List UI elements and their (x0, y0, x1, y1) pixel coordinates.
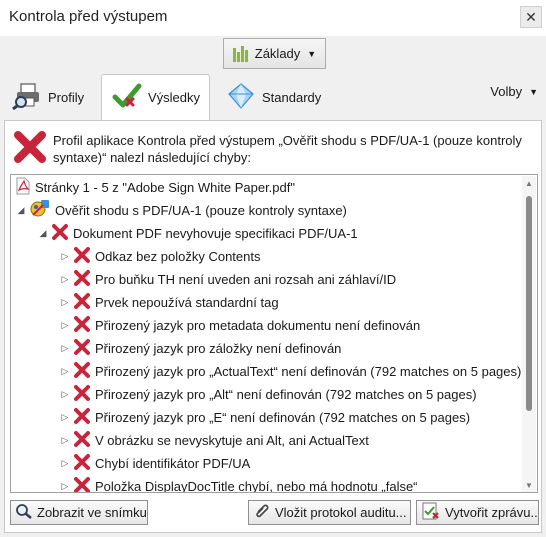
tree-error-label: Přirozený jazyk pro metadata dokumentu n… (95, 318, 421, 333)
tree-error-label: Položka DisplayDocTitle chybí, nebo má h… (95, 479, 418, 493)
expand-triangle-icon[interactable]: ▷ (59, 366, 71, 377)
tree-error-row[interactable]: ▷ Odkaz bez položky Contents (59, 245, 260, 268)
summary-text: Profil aplikace Kontrola před výstupem „… (53, 133, 522, 165)
error-x-icon (73, 476, 91, 492)
report-icon (421, 502, 441, 523)
close-button[interactable]: ✕ (520, 6, 542, 28)
tree-error-row[interactable]: ▷ Přirozený jazyk pro „ActualText“ není … (59, 360, 521, 383)
tree-error-row[interactable]: ▷ Chybí identifikátor PDF/UA (59, 452, 250, 475)
bar-chart-icon (232, 45, 248, 62)
magnifier-icon (15, 503, 33, 522)
expand-triangle-icon[interactable]: ▷ (59, 297, 71, 308)
error-x-icon (73, 407, 91, 428)
expand-triangle-icon[interactable]: ▷ (59, 389, 71, 400)
tab-profily[interactable]: Profily (8, 74, 100, 120)
tree-error-label: Prvek nepoužívá standardní tag (95, 295, 279, 310)
vertical-scrollbar[interactable]: ▲ ▼ (522, 176, 536, 492)
tree-error-row[interactable]: ▷ Přirozený jazyk pro záložky není defin… (59, 337, 341, 360)
tab-standardy[interactable]: Standardy (222, 74, 332, 120)
tree-error-row[interactable]: ▷ Přirozený jazyk pro „E“ není definován… (59, 406, 470, 429)
error-x-icon (73, 453, 91, 474)
tree-error-row[interactable]: ▷ Přirozený jazyk pro „Alt“ není definov… (59, 383, 477, 406)
tree-group-label: Dokument PDF nevyhovuje specifikaci PDF/… (73, 226, 358, 241)
tree-root-row[interactable]: Stránky 1 - 5 z "Adobe Sign White Paper.… (15, 176, 295, 199)
error-x-icon (73, 269, 91, 290)
tree-error-row[interactable]: ▷ V obrázku se nevyskytuje ani Alt, ani … (59, 429, 369, 452)
tree-root-label: Stránky 1 - 5 z "Adobe Sign White Paper.… (35, 180, 295, 195)
diamond-icon (226, 82, 256, 113)
checkmark-icon (112, 82, 142, 113)
create-report-label: Vytvořit zprávu... (445, 505, 539, 520)
tree-error-label: Chybí identifikátor PDF/UA (95, 456, 251, 471)
create-report-button[interactable]: Vytvořit zprávu... (416, 500, 539, 525)
error-x-icon (73, 384, 91, 405)
error-x-icon (73, 430, 91, 451)
collapse-triangle-icon[interactable]: ◢ (37, 228, 49, 239)
tab-vysledky-label: Výsledky (148, 90, 201, 105)
tree-profile-row[interactable]: ◢ Ověřit shodu s PDF/UA-1 (pouze kontrol… (15, 199, 347, 222)
tab-profily-label: Profily (48, 89, 85, 105)
expand-triangle-icon[interactable]: ▷ (59, 251, 71, 262)
tree-error-row[interactable]: ▷ Položka DisplayDocTitle chybí, nebo má… (59, 475, 418, 493)
tree-error-row[interactable]: ▷ Pro buňku TH není uveden ani rozsah an… (59, 268, 396, 291)
tab-vysledky[interactable]: Výsledky (101, 74, 210, 120)
error-x-icon (51, 223, 69, 244)
scroll-up-icon[interactable]: ▲ (525, 179, 533, 188)
tree-error-label: Pro buňku TH není uveden ani rozsah ani … (95, 272, 397, 287)
window-title: Kontrola před výstupem (9, 8, 168, 25)
show-in-snapshot-button[interactable]: Zobrazit ve snímku (10, 500, 148, 525)
profile-dropdown-button[interactable]: Základy ▼ (223, 38, 326, 69)
error-x-icon (13, 130, 47, 167)
tree-error-label: Přirozený jazyk pro „E“ není definován (… (95, 410, 471, 425)
error-x-icon (73, 246, 91, 267)
embed-audit-label: Vložit protokol auditu... (275, 505, 407, 520)
tree-error-row[interactable]: ▷ Prvek nepoužívá standardní tag (59, 291, 279, 314)
show-in-snapshot-label: Zobrazit ve snímku (37, 505, 147, 520)
scroll-down-icon[interactable]: ▼ (525, 481, 533, 490)
expand-triangle-icon[interactable]: ▷ (59, 320, 71, 331)
error-x-icon (73, 292, 91, 313)
tree-error-label: V obrázku se nevyskytuje ani Alt, ani Ac… (95, 433, 369, 448)
options-label: Volby (490, 84, 523, 99)
expand-triangle-icon[interactable]: ▷ (59, 412, 71, 423)
chevron-down-icon: ▼ (307, 48, 317, 59)
printer-magnifier-icon (12, 82, 42, 113)
chevron-down-icon: ▼ (529, 86, 538, 97)
expand-triangle-icon[interactable]: ▷ (59, 343, 71, 354)
embed-audit-button[interactable]: Vložit protokol auditu... (248, 500, 411, 525)
collapse-triangle-icon[interactable]: ◢ (15, 205, 27, 216)
options-menu[interactable]: Volby ▼ (490, 84, 538, 99)
tree-error-label: Přirozený jazyk pro „Alt“ není definován… (95, 387, 477, 402)
tree-error-row[interactable]: ▷ Přirozený jazyk pro metadata dokumentu… (59, 314, 420, 337)
expand-triangle-icon[interactable]: ▷ (59, 274, 71, 285)
error-x-icon (73, 338, 91, 359)
expand-triangle-icon[interactable]: ▷ (59, 435, 71, 446)
tree-error-label: Odkaz bez položky Contents (95, 249, 261, 264)
results-panel: Profil aplikace Kontrola před výstupem „… (4, 120, 542, 533)
profile-dropdown-label: Základy (254, 46, 301, 61)
preflight-profile-icon (29, 199, 51, 222)
tree-error-label: Přirozený jazyk pro „ActualText“ není de… (95, 364, 522, 379)
tree-profile-label: Ověřit shodu s PDF/UA-1 (pouze kontroly … (55, 203, 347, 218)
tree-group-row[interactable]: ◢ Dokument PDF nevyhovuje specifikaci PD… (37, 222, 358, 245)
tab-standardy-label: Standardy (262, 89, 322, 105)
results-tree[interactable]: Stránky 1 - 5 z "Adobe Sign White Paper.… (10, 174, 538, 493)
paperclip-icon (253, 502, 271, 523)
expand-triangle-icon[interactable]: ▷ (59, 458, 71, 469)
pdf-file-icon (15, 177, 31, 198)
error-x-icon (73, 361, 91, 382)
summary-message: Profil aplikace Kontrola před výstupem „… (13, 130, 533, 167)
error-x-icon (73, 315, 91, 336)
expand-triangle-icon[interactable]: ▷ (59, 481, 71, 492)
tree-error-label: Přirozený jazyk pro záložky není definov… (95, 341, 342, 356)
title-bar: Kontrola před výstupem ✕ (0, 0, 546, 36)
scrollbar-thumb[interactable] (526, 196, 532, 411)
